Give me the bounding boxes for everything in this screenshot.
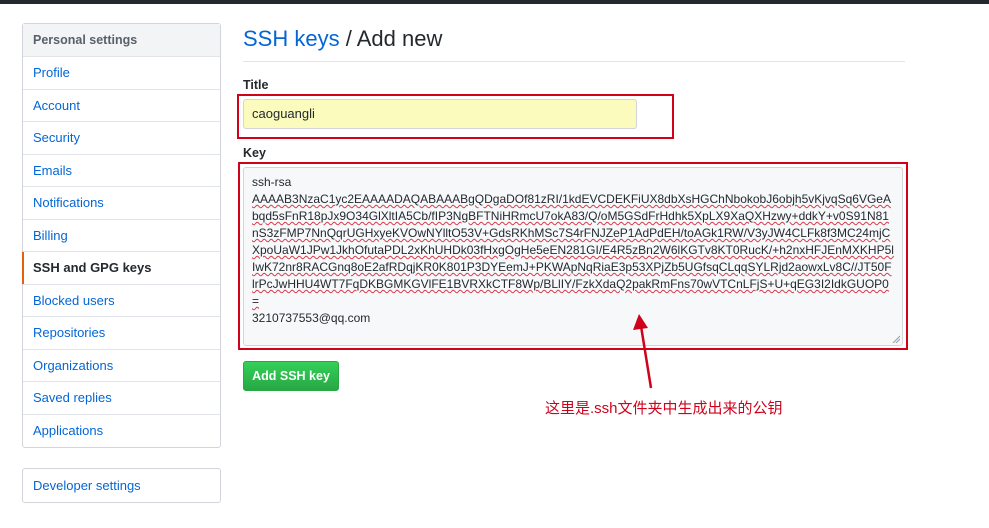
breadcrumb-ssh-keys-link[interactable]: SSH keys [243,26,340,51]
title-label: Title [243,78,269,92]
annotation-text: 这里是.ssh文件夹中生成出来的公钥 [545,400,783,417]
resize-grip-icon[interactable] [892,335,900,343]
sidebar-item-emails[interactable]: Emails [23,155,220,187]
menu-heading: Personal settings [23,24,220,57]
sidebar-item-applications[interactable]: Applications [23,415,220,448]
annotation-arrow-icon [633,314,653,389]
key-label: Key [243,146,266,160]
key-type-text: ssh-rsa [252,175,292,189]
sidebar-item-account[interactable]: Account [23,90,220,122]
top-navigation-bar [0,0,989,4]
sidebar-item-notifications[interactable]: Notifications [23,187,220,220]
add-ssh-key-button[interactable]: Add SSH key [243,361,339,391]
key-textarea[interactable]: ssh-rsa AAAAB3NzaC1yc2EAAAADAQABAAABgQDg… [243,167,903,346]
breadcrumb-current: Add new [356,26,443,51]
sidebar-item-organizations[interactable]: Organizations [23,350,220,382]
page-title: SSH keys / Add new [243,26,905,62]
sidebar-item-security[interactable]: Security [23,122,220,155]
developer-settings-menu: Developer settings [22,468,221,503]
title-input[interactable]: caoguangli [243,99,637,129]
breadcrumb-separator: / [339,26,357,51]
sidebar-item-profile[interactable]: Profile [23,57,220,90]
personal-settings-menu: Personal settings Profile Account Securi… [22,23,221,448]
sidebar-item-developer-settings[interactable]: Developer settings [23,469,220,502]
sidebar-item-repositories[interactable]: Repositories [23,317,220,350]
key-email-text: 3210737553@qq.com [252,311,371,325]
sidebar-item-saved-replies[interactable]: Saved replies [23,382,220,415]
sidebar-item-billing[interactable]: Billing [23,220,220,252]
sidebar-item-ssh-gpg-keys[interactable]: SSH and GPG keys [22,252,220,285]
key-body-text: AAAAB3NzaC1yc2EAAAADAQABAAABgQDgaDOf81zR… [252,192,894,308]
sidebar-item-blocked-users[interactable]: Blocked users [23,285,220,317]
